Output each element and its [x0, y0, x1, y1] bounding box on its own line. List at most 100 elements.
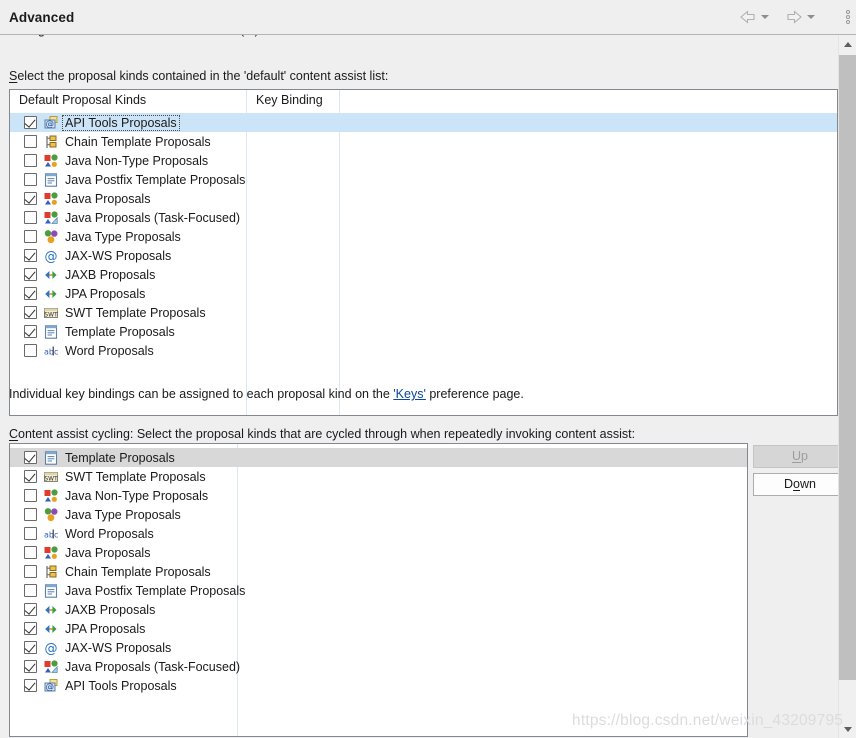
- row-checkbox[interactable]: [24, 325, 37, 338]
- svg-text:SWT: SWT: [44, 311, 58, 318]
- table-row[interactable]: Java Proposals: [10, 543, 747, 562]
- table-row[interactable]: Java Postfix Template Proposals: [10, 581, 747, 600]
- content-assist-cycling-table[interactable]: Template Proposals SWT SWT Template Propos…: [9, 443, 748, 737]
- java-type-icon: [43, 229, 59, 245]
- cycling-list-label-mnemonic: C: [9, 427, 19, 441]
- row-label: JAXB Proposals: [65, 602, 156, 617]
- table-row[interactable]: Java Non-Type Proposals: [10, 151, 837, 170]
- scroll-down-arrow-icon[interactable]: [839, 720, 856, 738]
- row-checkbox[interactable]: [24, 508, 37, 521]
- table-row[interactable]: Java Type Proposals: [10, 227, 837, 246]
- row-checkbox[interactable]: [24, 622, 37, 635]
- row-checkbox[interactable]: [24, 154, 37, 167]
- table-row[interactable]: Java Type Proposals: [10, 505, 747, 524]
- row-checkbox[interactable]: [24, 211, 37, 224]
- row-checkbox[interactable]: [24, 135, 37, 148]
- table-row[interactable]: @ JAX-WS Proposals: [10, 246, 837, 265]
- nav-back-group[interactable]: [738, 7, 771, 27]
- column-header-key-binding[interactable]: Key Binding: [256, 93, 323, 107]
- row-checkbox[interactable]: [24, 641, 37, 654]
- java-task-icon: [43, 659, 59, 675]
- vertical-dots-menu-icon[interactable]: [843, 7, 853, 27]
- row-checkbox[interactable]: [24, 660, 37, 673]
- row-label: JPA Proposals: [65, 286, 146, 301]
- row-checkbox[interactable]: [24, 546, 37, 559]
- table-row[interactable]: @ JAX-WS Proposals: [10, 638, 747, 657]
- back-arrow-icon[interactable]: [738, 8, 758, 26]
- row-label: Java Non-Type Proposals: [65, 488, 209, 503]
- row-checkbox[interactable]: [24, 565, 37, 578]
- row-label: Template Proposals: [65, 450, 175, 465]
- table-row[interactable]: JAXB Proposals: [10, 600, 747, 619]
- table-row[interactable]: JPA Proposals: [10, 284, 837, 303]
- row-checkbox[interactable]: [24, 249, 37, 262]
- cycling-list-label: Content assist cycling: Select the propo…: [9, 427, 635, 441]
- row-checkbox[interactable]: [24, 603, 37, 616]
- default-list-label-rest: elect the proposal kinds contained in th…: [17, 69, 389, 83]
- row-checkbox[interactable]: [24, 287, 37, 300]
- row-checkbox[interactable]: [24, 173, 37, 186]
- table-row[interactable]: SWT SWT Template Proposals: [10, 467, 747, 486]
- svg-text:SWT: SWT: [44, 475, 58, 482]
- forward-arrow-icon[interactable]: [784, 8, 804, 26]
- column-header-default-proposal-kinds[interactable]: Default Proposal Kinds: [19, 93, 146, 107]
- move-up-rest: p: [801, 449, 808, 463]
- row-label: Chain Template Proposals: [65, 134, 211, 149]
- window-vertical-scrollbar[interactable]: [838, 35, 856, 738]
- back-history-dropdown-icon[interactable]: [758, 8, 771, 26]
- nav-forward-group[interactable]: [784, 7, 817, 27]
- java-nontype-icon: [43, 153, 59, 169]
- move-down-button[interactable]: Down: [753, 473, 838, 496]
- table-row[interactable]: Java Proposals (Task-Focused): [10, 208, 837, 227]
- default-proposal-kinds-table[interactable]: Default Proposal Kinds Key Binding @ API …: [9, 89, 838, 416]
- scrollbar-thumb[interactable]: [839, 55, 856, 680]
- row-label: Java Proposals: [65, 191, 151, 206]
- java-nontype-icon: [43, 545, 59, 561]
- row-checkbox[interactable]: [24, 306, 37, 319]
- row-checkbox[interactable]: [24, 451, 37, 464]
- keys-preference-link[interactable]: 'Keys': [393, 387, 426, 401]
- table-row[interactable]: ab c Word Proposals: [10, 341, 837, 360]
- table-row[interactable]: @ API Tools Proposals: [10, 676, 747, 695]
- table-row[interactable]: Chain Template Proposals: [10, 562, 747, 581]
- forward-history-dropdown-icon[interactable]: [804, 8, 817, 26]
- default-list-label: Select the proposal kinds contained in t…: [9, 69, 388, 83]
- row-label: API Tools Proposals: [65, 678, 177, 693]
- row-checkbox[interactable]: [24, 268, 37, 281]
- table-row[interactable]: Template Proposals: [10, 448, 747, 467]
- row-checkbox[interactable]: [24, 470, 37, 483]
- table-row[interactable]: Chain Template Proposals: [10, 132, 837, 151]
- row-checkbox[interactable]: [24, 116, 37, 129]
- table-row[interactable]: Java Postfix Template Proposals: [10, 170, 837, 189]
- table-row[interactable]: Template Proposals: [10, 322, 837, 341]
- svg-text:@: @: [45, 641, 58, 655]
- template-doc-icon: [43, 324, 59, 340]
- cycling-list-label-rest: ontent assist cycling: Select the propos…: [18, 427, 636, 441]
- api-tools-icon: @: [43, 115, 59, 131]
- row-label: SWT Template Proposals: [65, 305, 206, 320]
- svg-text:c: c: [54, 347, 58, 356]
- row-checkbox[interactable]: [24, 679, 37, 692]
- template-doc-icon: [43, 450, 59, 466]
- row-checkbox[interactable]: [24, 344, 37, 357]
- table-row[interactable]: JAXB Proposals: [10, 265, 837, 284]
- table-row[interactable]: SWT SWT Template Proposals: [10, 303, 837, 322]
- svg-text:@: @: [45, 249, 58, 263]
- table-row[interactable]: Java Proposals: [10, 189, 837, 208]
- row-checkbox[interactable]: [24, 192, 37, 205]
- table-row[interactable]: @ API Tools Proposals: [10, 113, 837, 132]
- svg-text:ab: ab: [44, 530, 54, 539]
- table-row[interactable]: Java Non-Type Proposals: [10, 486, 747, 505]
- table-row[interactable]: Java Proposals (Task-Focused): [10, 657, 747, 676]
- at-sign-icon: @: [43, 640, 59, 655]
- table-row[interactable]: JPA Proposals: [10, 619, 747, 638]
- table-row[interactable]: ab c Word Proposals: [10, 524, 747, 543]
- row-checkbox[interactable]: [24, 584, 37, 597]
- row-checkbox[interactable]: [24, 527, 37, 540]
- scroll-up-arrow-icon[interactable]: [839, 35, 856, 53]
- move-up-button[interactable]: Up: [753, 445, 838, 468]
- row-checkbox[interactable]: [24, 230, 37, 243]
- double-arrow-icon: [43, 602, 59, 618]
- row-label: Word Proposals: [65, 343, 154, 358]
- row-checkbox[interactable]: [24, 489, 37, 502]
